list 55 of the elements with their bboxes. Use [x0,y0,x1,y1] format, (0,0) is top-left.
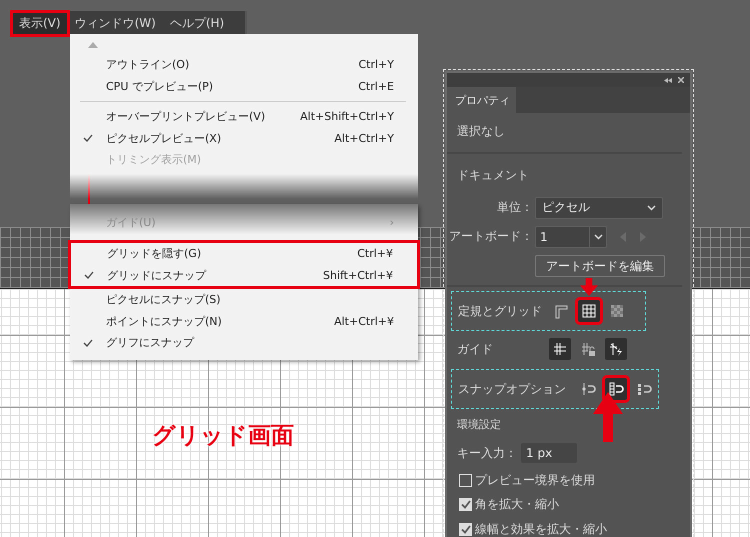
guides-lock-icon [580,341,596,357]
section-heading: 環境設定 [456,417,501,433]
menu-bar-item[interactable]: 表示(V) [12,12,68,34]
section-label: スナップオプション [457,380,567,398]
ruler-icon [553,303,569,319]
checkbox[interactable] [459,474,472,487]
menu-item[interactable]: グリフにスナップ [70,332,418,354]
close-icon[interactable] [678,77,684,83]
snap-grid-icon [608,381,624,397]
chevron-down-icon [647,204,656,210]
menu-bar-item[interactable]: ヘルプ(H) [162,12,232,34]
snap-pixel-icon [636,381,652,397]
checkbox[interactable] [459,522,472,536]
menu-item[interactable]: ピクセルプレビュー(X) Alt+Ctrl+Y [70,128,418,149]
checkbox-option[interactable]: 角を拡大・縮小 [447,492,690,517]
checkbox-option[interactable]: プレビュー境界を使用 [447,468,690,492]
menu-item[interactable]: オーバープリントプレビュー(V) Alt+Shift+Ctrl+Y [70,106,418,128]
caption-text: グリッド画面 [152,422,294,451]
section-heading: ドキュメント [456,167,529,184]
toggle-button[interactable] [549,338,571,360]
checkerboard-icon [609,303,625,319]
field-label: アートボード： [448,228,533,245]
check-icon [84,271,94,280]
down-arrow-icon [580,278,598,296]
edit-artboard-button[interactable]: アートボードを編集 [535,255,665,277]
units-dropdown[interactable]: ピクセル [535,196,663,218]
section-label: 定規とグリッド [457,302,543,320]
field-label: キー入力： [456,444,517,462]
checkbox-option[interactable]: 線幅と効果を拡大・縮小 [447,517,690,537]
chevron-down-icon [594,234,602,240]
checkbox[interactable] [459,498,472,512]
toggle-button[interactable] [578,300,600,322]
menu-item[interactable]: ピクセルにスナップ(S) [70,289,418,310]
key-increment-field[interactable]: 1 px [521,443,577,463]
menu-item[interactable]: アウトライン(O) Ctrl+Y [70,54,418,76]
menu-bar-item[interactable]: ウィンドウ(W) [68,12,163,34]
check-icon [83,338,93,347]
toggle-button[interactable] [605,338,627,360]
field-label: 単位： [496,199,533,216]
up-arrow-icon [593,392,623,442]
menu-item[interactable]: グリッドにスナップ Shift+Ctrl+¥ [71,264,417,286]
guides-icon [552,341,568,357]
collapse-icon[interactable] [664,78,672,82]
smart-guides-icon [608,341,624,357]
panel-tab[interactable]: プロパティ [447,87,516,113]
artboard-dropdown[interactable]: 1 [535,226,607,248]
menu-item[interactable]: ポイントにスナップ(N) Alt+Ctrl+¥ [70,310,418,332]
menu-item[interactable]: CPU でプレビュー(P) Ctrl+E [70,76,418,97]
check-icon [83,134,93,142]
selection-status: 選択なし [456,123,506,140]
toggle-button[interactable] [605,378,627,400]
snap-point-icon [580,381,596,397]
section-label: ガイド [456,340,494,358]
grid-icon [581,303,597,319]
menu-item[interactable]: グリッドを隠す(G) Ctrl+¥ [71,243,417,264]
